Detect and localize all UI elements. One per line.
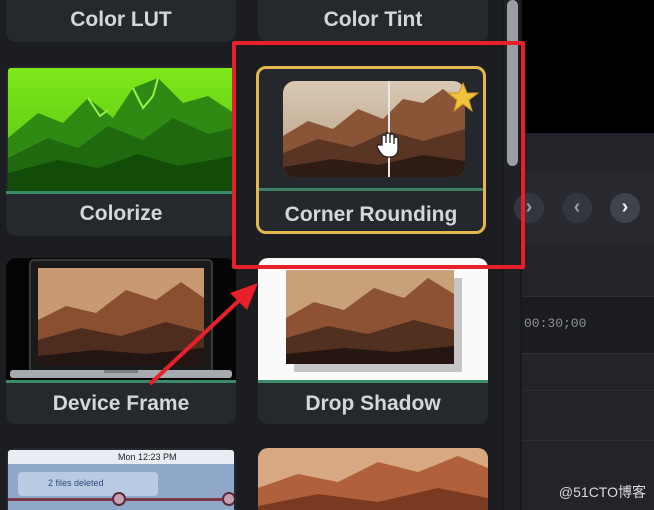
annotation-arrow-icon: [148, 283, 258, 386]
watermark: @51CTO博客: [558, 484, 646, 500]
